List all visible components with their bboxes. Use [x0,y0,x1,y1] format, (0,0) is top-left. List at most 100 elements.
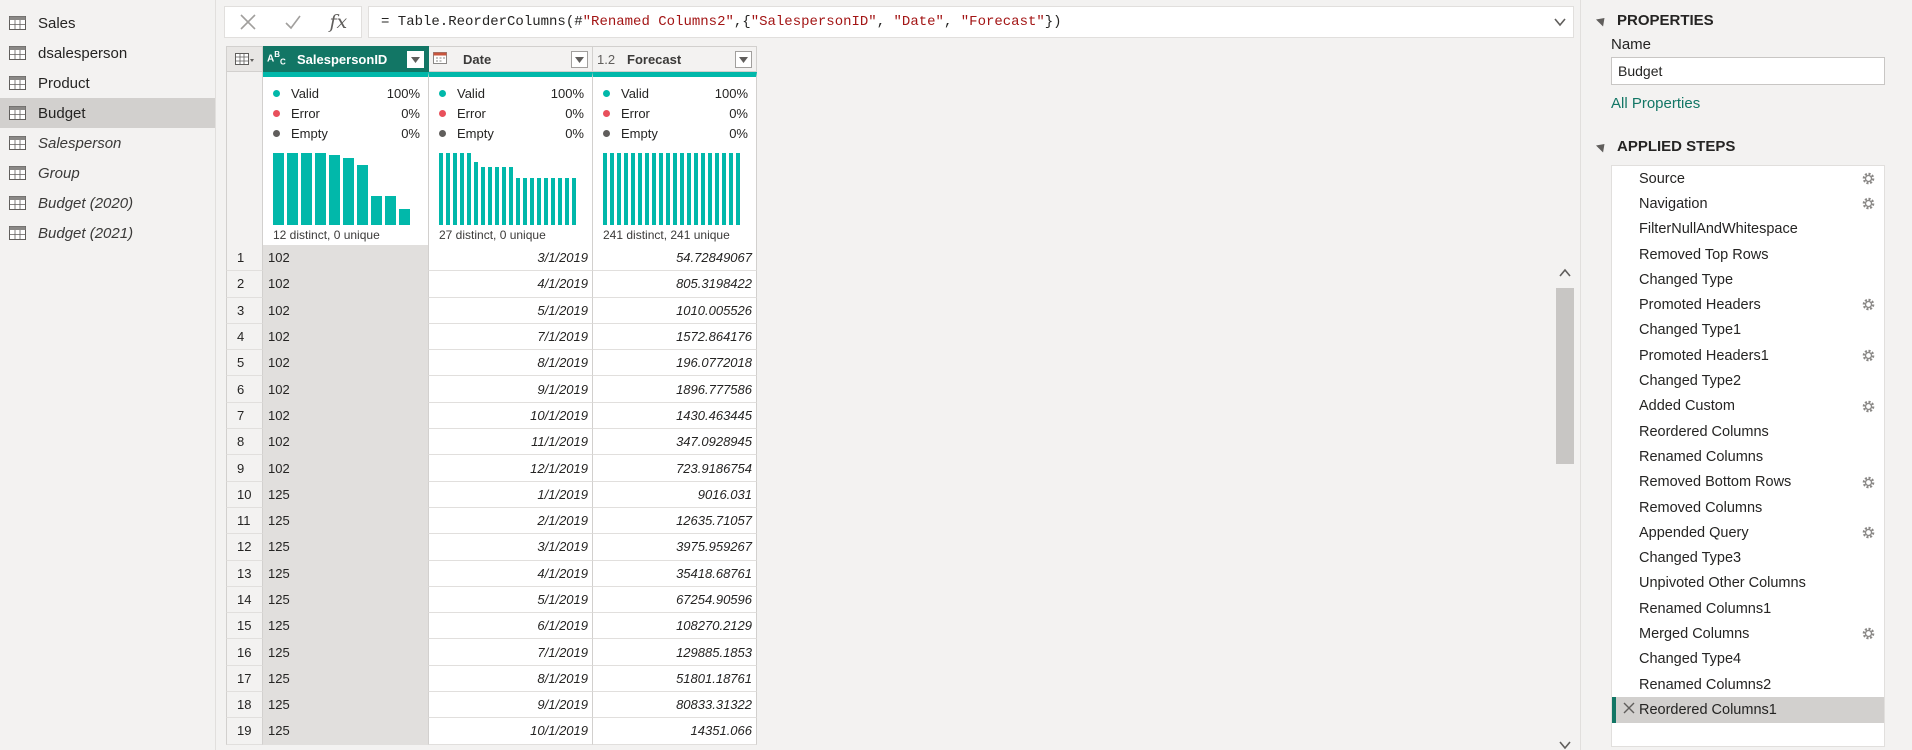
fx-icon[interactable]: fx [316,7,361,37]
gear-icon[interactable] [1861,297,1876,312]
forecast-cell[interactable]: 1430.463445 [593,402,757,430]
row-number[interactable]: 5 [226,350,263,377]
query-item[interactable]: Salesperson [0,128,215,158]
salespersonid-cell[interactable]: 125 [263,507,429,535]
forecast-cell[interactable]: 12635.71057 [593,507,757,535]
row-number[interactable]: 12 [226,534,263,561]
row-number[interactable]: 1 [226,245,263,272]
applied-step[interactable]: FilterNullAndWhitespace [1612,217,1884,242]
applied-step[interactable]: Appended Query [1612,520,1884,545]
applied-step[interactable]: Removed Top Rows [1612,242,1884,267]
forecast-cell[interactable]: 196.0772018 [593,350,757,377]
table-row[interactable]: 5 102 8/1/2019 196.0772018 [226,350,757,377]
date-cell[interactable]: 4/1/2019 [429,560,593,587]
properties-section-title[interactable]: PROPERTIES [1595,12,1714,29]
applied-steps-section-title[interactable]: APPLIED STEPS [1595,138,1735,155]
table-row[interactable]: 18 125 9/1/2019 80833.31322 [226,692,757,719]
row-number[interactable]: 3 [226,297,263,324]
salespersonid-cell[interactable]: 102 [263,376,429,403]
forecast-cell[interactable]: 1896.777586 [593,376,757,403]
salespersonid-cell[interactable]: 125 [263,665,429,693]
table-row[interactable]: 4 102 7/1/2019 1572.864176 [226,323,757,351]
table-row[interactable]: 9 102 12/1/2019 723.9186754 [226,455,757,482]
salespersonid-cell[interactable]: 102 [263,245,429,272]
table-row[interactable]: 15 125 6/1/2019 108270.2129 [226,613,757,640]
query-item[interactable]: Group [0,158,215,188]
forecast-cell[interactable]: 347.0928945 [593,429,757,456]
applied-step[interactable]: Reordered Columns1 [1612,697,1884,723]
row-number[interactable]: 8 [226,429,263,456]
table-row[interactable]: 17 125 8/1/2019 51801.18761 [226,665,757,693]
forecast-cell[interactable]: 51801.18761 [593,665,757,693]
forecast-cell[interactable]: 1572.864176 [593,323,757,351]
salespersonid-cell[interactable]: 125 [263,481,429,508]
salespersonid-cell[interactable]: 102 [263,323,429,351]
close-icon[interactable] [225,7,270,37]
applied-step[interactable]: Promoted Headers1 [1612,343,1884,368]
query-name-field[interactable] [1611,57,1885,85]
salespersonid-cell[interactable]: 102 [263,429,429,456]
query-item[interactable]: Budget (2020) [0,188,215,218]
row-number[interactable]: 10 [226,481,263,508]
row-number[interactable]: 19 [226,718,263,745]
salespersonid-cell[interactable]: 102 [263,455,429,482]
column-header[interactable]: 1.2 Forecast [593,46,757,72]
salespersonid-cell[interactable]: 102 [263,297,429,324]
row-number[interactable]: 4 [226,323,263,351]
filter-dropdown-icon[interactable] [407,51,424,68]
forecast-cell[interactable]: 80833.31322 [593,692,757,719]
query-item[interactable]: Sales [0,8,215,38]
date-cell[interactable]: 2/1/2019 [429,507,593,535]
filter-dropdown-icon[interactable] [735,51,752,68]
date-cell[interactable]: 7/1/2019 [429,323,593,351]
date-cell[interactable]: 10/1/2019 [429,402,593,430]
applied-step[interactable]: Merged Columns [1612,621,1884,646]
scrollbar-thumb[interactable] [1556,288,1574,464]
vertical-scrollbar[interactable] [1554,262,1576,750]
date-cell[interactable]: 5/1/2019 [429,297,593,324]
date-cell[interactable]: 7/1/2019 [429,639,593,666]
salespersonid-cell[interactable]: 125 [263,718,429,745]
salespersonid-cell[interactable]: 125 [263,639,429,666]
table-row[interactable]: 10 125 1/1/2019 9016.031 [226,481,757,508]
applied-step[interactable]: Removed Bottom Rows [1612,470,1884,495]
forecast-cell[interactable]: 3975.959267 [593,534,757,561]
applied-step[interactable]: Changed Type3 [1612,545,1884,570]
table-row[interactable]: 11 125 2/1/2019 12635.71057 [226,507,757,535]
all-properties-link[interactable]: All Properties [1611,95,1700,112]
table-row[interactable]: 6 102 9/1/2019 1896.777586 [226,376,757,403]
table-row[interactable]: 13 125 4/1/2019 35418.68761 [226,560,757,587]
date-cell[interactable]: 6/1/2019 [429,613,593,640]
date-cell[interactable]: 9/1/2019 [429,376,593,403]
date-cell[interactable]: 3/1/2019 [429,534,593,561]
applied-step[interactable]: Renamed Columns2 [1612,672,1884,697]
applied-step[interactable]: Source [1612,166,1884,191]
row-number[interactable]: 9 [226,455,263,482]
table-row[interactable]: 3 102 5/1/2019 1010.005526 [226,297,757,324]
salespersonid-cell[interactable]: 125 [263,692,429,719]
applied-step[interactable]: Reordered Columns [1612,419,1884,444]
salespersonid-cell[interactable]: 125 [263,560,429,587]
chevron-down-icon[interactable] [1553,15,1567,29]
salespersonid-cell[interactable]: 102 [263,271,429,298]
row-number[interactable]: 6 [226,376,263,403]
date-cell[interactable]: 3/1/2019 [429,245,593,272]
table-row[interactable]: 19 125 10/1/2019 14351.066 [226,718,757,745]
column-header[interactable]: Date [429,46,593,72]
applied-step[interactable]: Renamed Columns1 [1612,596,1884,621]
forecast-cell[interactable]: 54.72849067 [593,245,757,272]
salespersonid-cell[interactable]: 102 [263,350,429,377]
row-number[interactable]: 11 [226,507,263,535]
forecast-cell[interactable]: 9016.031 [593,481,757,508]
date-cell[interactable]: 8/1/2019 [429,665,593,693]
row-number[interactable]: 18 [226,692,263,719]
date-cell[interactable]: 9/1/2019 [429,692,593,719]
row-number[interactable]: 15 [226,613,263,640]
applied-step[interactable]: Added Custom [1612,394,1884,419]
table-row[interactable]: 12 125 3/1/2019 3975.959267 [226,534,757,561]
gear-icon[interactable] [1861,475,1876,490]
salespersonid-cell[interactable]: 102 [263,402,429,430]
chevron-down-icon[interactable] [1558,738,1572,750]
gear-icon[interactable] [1861,399,1876,414]
gear-icon[interactable] [1861,196,1876,211]
